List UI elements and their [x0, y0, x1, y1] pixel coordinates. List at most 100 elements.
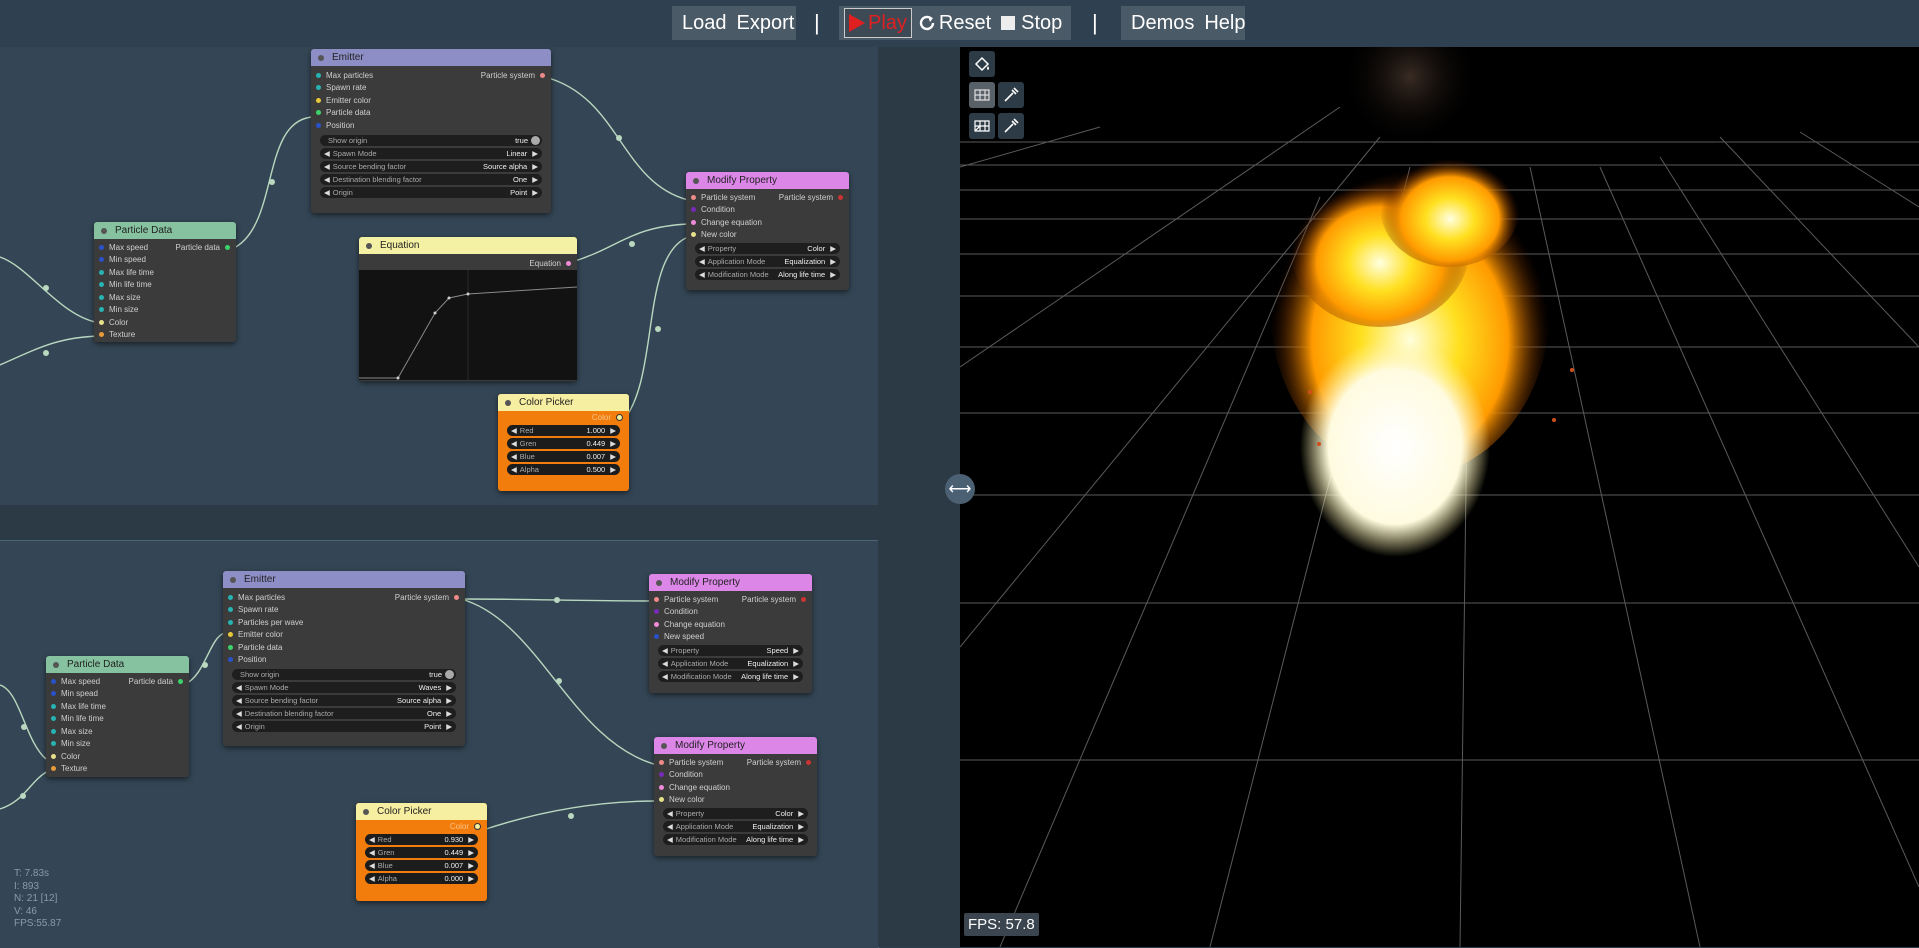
port-dot[interactable] [99, 244, 104, 250]
port-spawn-rate[interactable]: Spawn rate [223, 604, 465, 617]
load-button[interactable]: Load [677, 12, 732, 35]
panel-resize-handle[interactable]: ⟷ [945, 474, 975, 504]
port-spawn-rate[interactable]: Spawn rate [311, 82, 551, 95]
port-output-particle-system[interactable]: Particle system [747, 756, 811, 769]
port-max-life-time[interactable]: Max life time [94, 266, 236, 279]
port-dot[interactable] [316, 97, 321, 103]
stop-button[interactable]: Stop [996, 12, 1067, 35]
application-mode-select[interactable]: ◀ Application Mode Equalization ▶ [695, 256, 840, 267]
arrow-right-icon[interactable]: ▶ [446, 709, 452, 718]
node-header[interactable]: Modify Property [686, 172, 849, 189]
modification-mode-select[interactable]: ◀ Modification Mode Along life time ▶ [658, 671, 803, 682]
port-dot[interactable] [99, 282, 104, 288]
arrow-right-icon[interactable]: ▶ [798, 809, 804, 818]
port-dot[interactable] [659, 759, 664, 765]
alpha-slider[interactable]: ◀ Alpha 0.500 ▶ [507, 464, 620, 475]
modification-mode-select[interactable]: ◀ Modification Mode Along life time ▶ [663, 834, 808, 845]
color-picker-node[interactable]: Color Picker Color ◀ Red 1.000 ▶ ◀ Gren 0.449… [498, 394, 629, 491]
port-color[interactable]: Color [94, 316, 236, 329]
port-dot[interactable] [691, 207, 696, 213]
arrow-right-icon[interactable]: ▶ [610, 426, 616, 435]
arrow-left-icon[interactable]: ◀ [699, 270, 705, 279]
node-header[interactable]: Particle Data [94, 222, 236, 239]
port-max-size[interactable]: Max size [46, 725, 189, 738]
arrow-left-icon[interactable]: ◀ [236, 696, 242, 705]
grid-floor-toggle[interactable] [969, 82, 995, 108]
port-dot[interactable] [51, 691, 56, 697]
application-mode-select[interactable]: ◀ Application Mode Equalization ▶ [658, 658, 803, 669]
port-emitter-color[interactable]: Emitter color [311, 94, 551, 107]
horizontal-divider[interactable] [0, 505, 878, 540]
arrow-right-icon[interactable]: ▶ [468, 874, 474, 883]
port-change-equation[interactable]: Change equation [686, 216, 849, 229]
port-condition[interactable]: Condition [654, 769, 817, 782]
arrow-right-icon[interactable]: ▶ [446, 696, 452, 705]
port-particle-data[interactable]: Particle data [223, 641, 465, 654]
port-dot[interactable] [51, 728, 56, 734]
field-value[interactable]: 0.449 [586, 439, 605, 448]
play-button[interactable]: Play [844, 8, 912, 38]
port-dot[interactable] [691, 219, 696, 225]
arrow-right-icon[interactable]: ▶ [830, 270, 836, 279]
port-change-equation[interactable]: Change equation [649, 618, 812, 631]
arrow-right-icon[interactable]: ▶ [610, 465, 616, 474]
port-max-life-time[interactable]: Max life time [46, 700, 189, 713]
port-max-size[interactable]: Max size [94, 291, 236, 304]
arrow-left-icon[interactable]: ◀ [667, 809, 673, 818]
port-dot[interactable] [691, 194, 696, 200]
arrow-right-icon[interactable]: ▶ [610, 439, 616, 448]
arrow-right-icon[interactable]: ▶ [793, 646, 799, 655]
destination-blending-select[interactable]: ◀ Destination blending factor One ▶ [320, 173, 542, 185]
port-color[interactable]: Color [46, 750, 189, 763]
field-value[interactable]: 0.000 [444, 874, 463, 883]
field-value[interactable]: 0.930 [444, 835, 463, 844]
node-collapse-icon[interactable] [366, 242, 372, 249]
arrow-right-icon[interactable]: ▶ [793, 672, 799, 681]
port-dot[interactable] [99, 294, 104, 300]
arrow-left-icon[interactable]: ◀ [699, 244, 705, 253]
arrow-left-icon[interactable]: ◀ [662, 659, 668, 668]
export-button[interactable]: Export [732, 12, 800, 35]
port-dot[interactable] [51, 753, 56, 759]
paint-bucket-tool[interactable] [969, 51, 995, 77]
arrow-left-icon[interactable]: ◀ [511, 465, 517, 474]
arrow-right-icon[interactable]: ▶ [532, 175, 538, 184]
spawn-mode-select[interactable]: ◀ Spawn Mode Linear ▶ [320, 147, 542, 159]
3d-viewport[interactable] [960, 47, 1919, 947]
show-origin-toggle[interactable]: Show origin true [232, 669, 456, 680]
node-header[interactable]: Color Picker [498, 394, 629, 411]
arrow-left-icon[interactable]: ◀ [369, 848, 375, 857]
node-collapse-icon[interactable] [661, 742, 667, 749]
port-dot[interactable] [51, 716, 56, 722]
port-dot[interactable] [228, 594, 233, 600]
port-texture[interactable]: Texture [94, 329, 236, 342]
port-particle-system[interactable]: Particle system Particle system [649, 593, 812, 606]
port-dot[interactable] [225, 244, 230, 250]
show-origin-toggle[interactable]: Show origin true [320, 134, 542, 146]
grid-color-picker[interactable] [998, 113, 1024, 139]
port-output[interactable]: Color [450, 820, 481, 832]
port-dot[interactable] [99, 257, 104, 263]
color-picker-node[interactable]: Color Picker Color ◀ Red 0.930 ▶ ◀ Gren 0.449… [356, 803, 487, 901]
particle-data-node[interactable]: Particle Data Max speed Particle data Mi… [94, 222, 236, 342]
port-dot[interactable] [51, 678, 56, 684]
node-collapse-icon[interactable] [505, 399, 511, 406]
node-graph-2[interactable]: Particle Data Max speed Particle data Mi… [0, 540, 879, 948]
toggle-knob[interactable] [531, 135, 540, 145]
arrow-left-icon[interactable]: ◀ [236, 709, 242, 718]
port-particle-data[interactable]: Particle data [311, 107, 551, 120]
grid-lines-toggle[interactable] [969, 113, 995, 139]
particle-data-node[interactable]: Particle Data Max speed Particle data Mi… [46, 656, 189, 777]
arrow-right-icon[interactable]: ▶ [532, 149, 538, 158]
demos-button[interactable]: Demos [1126, 12, 1199, 35]
node-header[interactable]: Particle Data [46, 656, 189, 673]
modify-property-speed-node[interactable]: Modify Property Particle system Particle… [649, 574, 812, 693]
arrow-right-icon[interactable]: ▶ [798, 822, 804, 831]
arrow-right-icon[interactable]: ▶ [468, 861, 474, 870]
field-value[interactable]: 0.007 [586, 452, 605, 461]
arrow-left-icon[interactable]: ◀ [236, 683, 242, 692]
port-output-particle-system[interactable]: Particle system [779, 191, 843, 204]
port-dot[interactable] [801, 596, 806, 602]
modification-mode-select[interactable]: ◀ Modification Mode Along life time ▶ [695, 269, 840, 280]
field-value[interactable]: 0.007 [444, 861, 463, 870]
